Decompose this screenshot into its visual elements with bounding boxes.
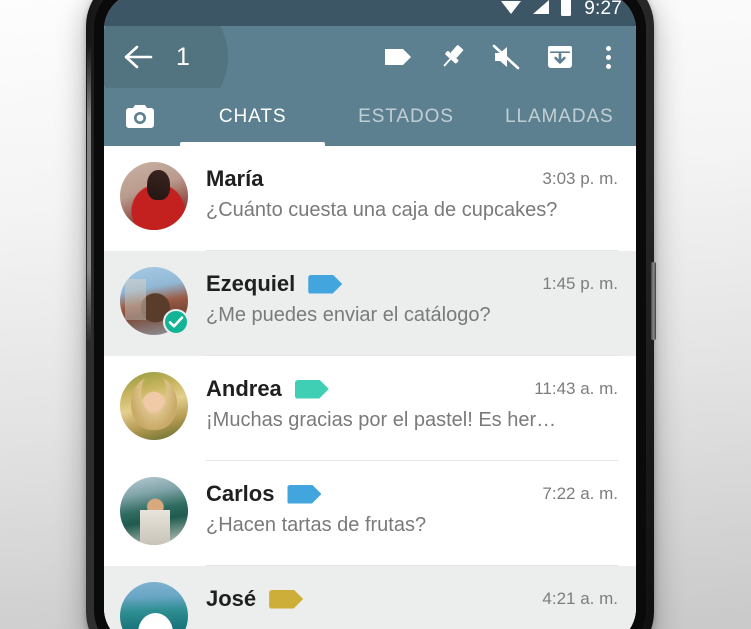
back-arrow-icon bbox=[124, 45, 153, 69]
avatar-image bbox=[120, 582, 188, 629]
scene: 9:27 1 CHATS ESTADOS LLAMADAS María 3:03… bbox=[0, 0, 751, 629]
cellular-signal-icon bbox=[531, 0, 551, 21]
avatar[interactable] bbox=[120, 162, 188, 230]
chat-name: María bbox=[206, 166, 264, 191]
phone-screen: 9:27 1 CHATS ESTADOS LLAMADAS María 3:03… bbox=[104, 0, 636, 629]
avatar[interactable] bbox=[120, 477, 188, 545]
chat-name: Carlos bbox=[206, 481, 275, 506]
avatar-image bbox=[120, 477, 188, 545]
archive-icon bbox=[548, 46, 572, 68]
chat-row-header: José 4:21 a. m. bbox=[206, 582, 618, 616]
chat-preview: ¿Me puedes enviar el catálogo? bbox=[206, 304, 491, 326]
chat-label-tag-icon bbox=[308, 274, 343, 294]
camera-icon bbox=[126, 105, 154, 128]
avatar-photo bbox=[120, 582, 188, 629]
avatar[interactable] bbox=[120, 267, 189, 335]
pin-button[interactable] bbox=[428, 33, 476, 81]
chat-timestamp: 3:03 p. m. bbox=[542, 169, 618, 188]
chat-preview: ¿Hacen tartas de frutas? bbox=[206, 514, 427, 536]
tab-chats-label: CHATS bbox=[218, 106, 287, 127]
chat-preview: ¡Muchas gracias por el pastel! Es her… bbox=[206, 409, 557, 431]
tab-estados[interactable]: ESTADOS bbox=[329, 88, 482, 146]
chat-row-header: Andrea 11:43 a. m. bbox=[206, 372, 618, 406]
chat-row-header: María 3:03 p. m. bbox=[206, 162, 618, 196]
chat-row-content: Andrea 11:43 a. m. ¡Muchas gracias por el … bbox=[206, 372, 618, 461]
overflow-dot bbox=[605, 63, 611, 69]
chat-row[interactable]: María 3:03 p. m. ¿Cuánto cuesta una caja d… bbox=[104, 146, 636, 251]
chat-timestamp: 4:21 a. m. bbox=[542, 589, 618, 608]
tab-llamadas-label: LLAMADAS bbox=[505, 106, 614, 127]
selection-count: 1 bbox=[176, 42, 190, 71]
chat-row[interactable]: Ezequiel 1:45 p. m. ¿Me puedes enviar el c… bbox=[104, 251, 636, 356]
avatar[interactable] bbox=[120, 372, 188, 440]
label-button[interactable] bbox=[374, 33, 422, 81]
selection-toolbar: 1 bbox=[104, 26, 636, 88]
chat-row-header: Ezequiel 1:45 p. m. bbox=[206, 267, 618, 301]
chat-row[interactable]: Andrea 11:43 a. m. ¡Muchas gracias por el … bbox=[104, 356, 636, 461]
mute-icon bbox=[492, 44, 520, 70]
back-button[interactable] bbox=[112, 31, 164, 83]
pin-icon bbox=[443, 45, 464, 67]
chat-preview: ¿Cuánto cuesta una caja de cupcakes? bbox=[206, 199, 558, 221]
avatar-image bbox=[120, 372, 188, 440]
status-bar: 9:27 bbox=[104, 0, 636, 26]
label-icon bbox=[385, 49, 411, 65]
avatar[interactable] bbox=[120, 582, 188, 629]
power-button[interactable] bbox=[651, 262, 656, 340]
chat-name: José bbox=[206, 586, 257, 611]
chat-row[interactable]: Carlos 7:22 a. m. ¿Hacen tartas de frutas? bbox=[104, 461, 636, 566]
chat-row[interactable]: José 4:21 a. m. bbox=[104, 566, 636, 629]
chat-row-content: José 4:21 a. m. bbox=[206, 582, 618, 629]
avatar-photo bbox=[120, 372, 188, 440]
wifi-icon bbox=[500, 0, 522, 21]
overflow-menu-button[interactable] bbox=[590, 33, 626, 81]
chat-row-content: María 3:03 p. m. ¿Cuánto cuesta una caja d… bbox=[206, 162, 618, 251]
chat-label-tag-icon bbox=[294, 379, 329, 399]
tab-camera[interactable] bbox=[104, 88, 176, 146]
chat-name: Ezequiel bbox=[206, 271, 296, 296]
chat-row-header: Carlos 7:22 a. m. bbox=[206, 477, 618, 511]
tab-bar: CHATS ESTADOS LLAMADAS bbox=[104, 88, 636, 146]
overflow-dot bbox=[605, 45, 611, 51]
avatar-photo bbox=[120, 477, 188, 545]
chat-row-content: Carlos 7:22 a. m. ¿Hacen tartas de frutas? bbox=[206, 477, 618, 566]
chat-timestamp: 1:45 p. m. bbox=[542, 274, 618, 293]
tab-chats[interactable]: CHATS bbox=[176, 88, 329, 146]
check-icon bbox=[168, 316, 184, 328]
chat-name: Andrea bbox=[206, 376, 282, 401]
chat-timestamp: 7:22 a. m. bbox=[542, 484, 618, 503]
chat-label-tag-icon bbox=[269, 589, 304, 609]
chat-timestamp: 11:43 a. m. bbox=[534, 379, 618, 398]
frame-highlight-left bbox=[87, 44, 91, 344]
battery-icon bbox=[560, 0, 572, 22]
tab-estados-label: ESTADOS bbox=[358, 106, 454, 127]
chat-list[interactable]: María 3:03 p. m. ¿Cuánto cuesta una caja d… bbox=[104, 146, 636, 629]
status-clock: 9:27 bbox=[584, 0, 622, 19]
tab-llamadas[interactable]: LLAMADAS bbox=[483, 88, 636, 146]
mute-button[interactable] bbox=[482, 33, 530, 81]
overflow-dot bbox=[605, 54, 611, 60]
selected-check-badge bbox=[163, 309, 189, 335]
phone-device-frame: 9:27 1 CHATS ESTADOS LLAMADAS María 3:03… bbox=[86, 0, 656, 629]
avatar-image bbox=[120, 162, 188, 230]
archive-button[interactable] bbox=[536, 33, 584, 81]
avatar-photo bbox=[120, 162, 188, 230]
chat-row-content: Ezequiel 1:45 p. m. ¿Me puedes enviar el c… bbox=[206, 267, 618, 356]
chat-label-tag-icon bbox=[287, 484, 322, 504]
